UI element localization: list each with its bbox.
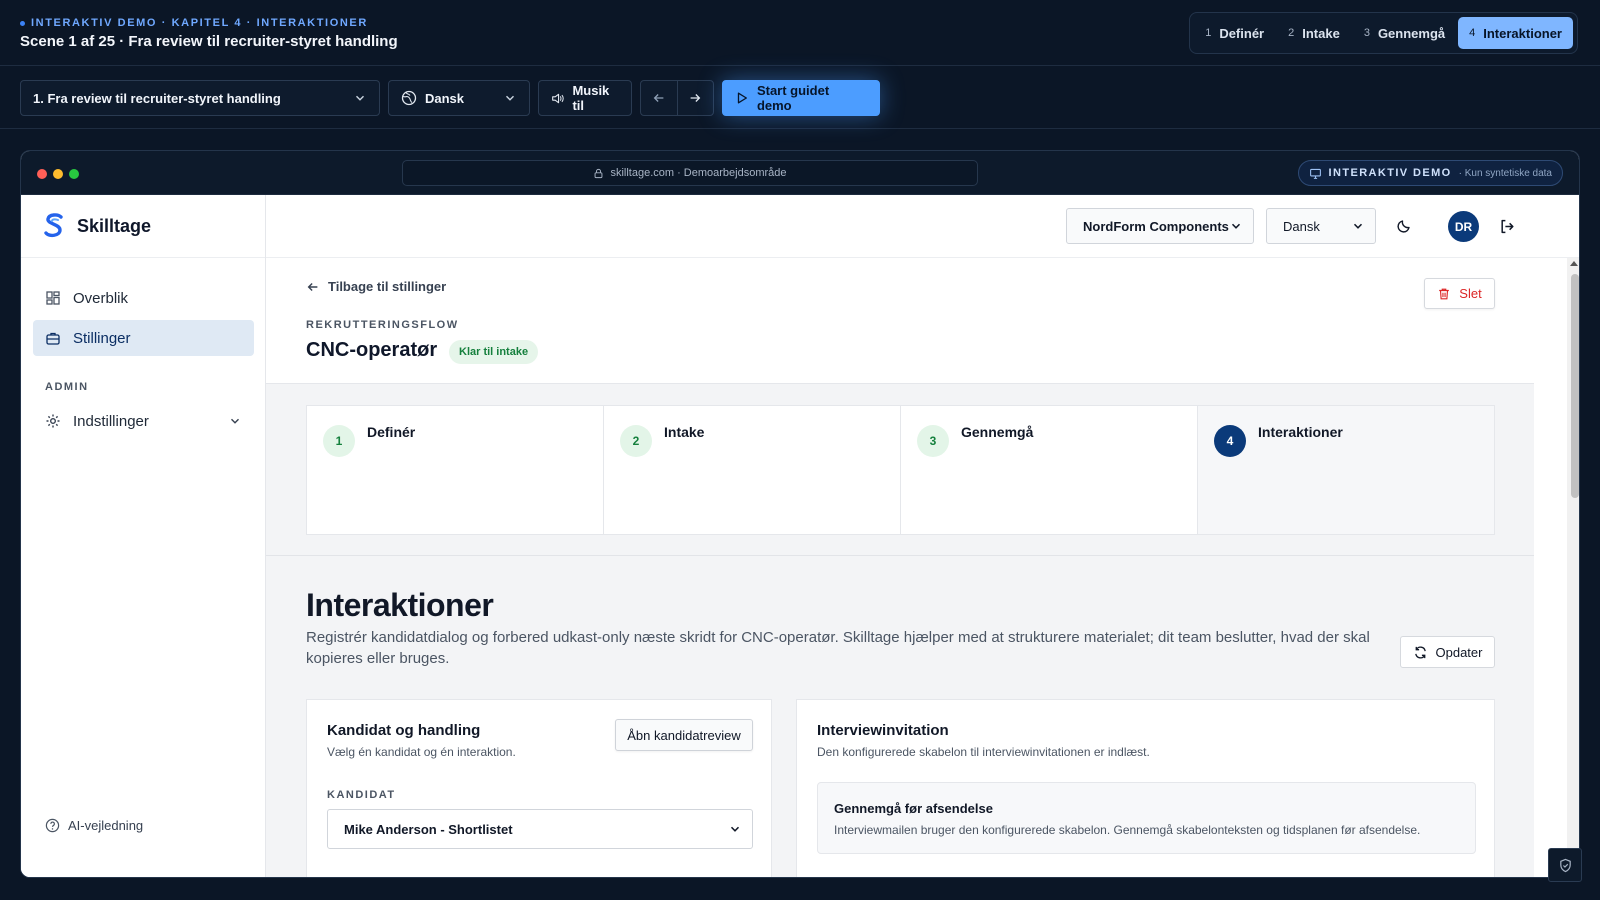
card-subtitle: Den konfigurerede skabelon til interview… [817, 745, 1150, 759]
privacy-shield-button[interactable] [1548, 848, 1582, 882]
ai-guidance-link[interactable]: AI-vejledning [45, 818, 143, 833]
maximize-window-icon[interactable] [69, 169, 79, 179]
trash-icon [1439, 288, 1450, 299]
sidebar-item-overview[interactable]: Overblik [33, 280, 254, 316]
arrow-left-icon [653, 94, 664, 102]
chevron-down-icon [231, 418, 239, 424]
refresh-icon [1414, 645, 1426, 659]
arrow-left-icon [307, 282, 318, 291]
sidebar: Skilltage Overblik Stillinger ADMIN Inds… [21, 195, 266, 877]
step-interactions[interactable]: 4 Interaktioner [1198, 406, 1494, 534]
play-icon [737, 92, 747, 104]
nav-section-admin: ADMIN [45, 381, 89, 393]
speaker-icon [552, 93, 564, 103]
briefcase-icon [46, 332, 60, 345]
arrow-right-icon [691, 94, 701, 102]
workflow-stepper: 1 Definér 2 Intake 3 Gennemgå 4 Interakt… [306, 405, 1495, 535]
globe-icon [401, 90, 417, 106]
moon-icon [1397, 220, 1410, 233]
scene-nav [640, 80, 714, 116]
delete-button[interactable]: Slet [1424, 278, 1495, 309]
section-description: Registrér kandidatdialog og forbered udk… [306, 629, 1370, 667]
chevron-down-icon [506, 95, 514, 101]
candidate-field-label: KANDIDAT [327, 789, 396, 801]
dashboard-icon [46, 291, 60, 305]
help-circle-icon [45, 818, 60, 833]
scroll-up-icon[interactable] [1570, 261, 1578, 266]
scrollbar[interactable] [1567, 258, 1579, 877]
demo-badge: INTERAKTIV DEMO · Kun syntetiske data [1297, 160, 1563, 186]
main-content: Tilbage til stillinger Slet REKRUTTERING… [266, 258, 1579, 877]
scene-select[interactable]: 1. Fra review til recruiter-styret handl… [20, 80, 380, 116]
page-title: CNC-operatør [306, 339, 438, 361]
flow-eyebrow: REKRUTTERINGSFLOW [306, 319, 459, 331]
brand[interactable]: Skilltage [21, 195, 265, 258]
chevron-down-icon [356, 95, 364, 101]
chevron-down-icon [1353, 223, 1363, 229]
demo-language-select[interactable]: Dansk [388, 80, 530, 116]
close-window-icon[interactable] [37, 169, 47, 179]
monitor-icon [1309, 168, 1321, 179]
minimize-window-icon[interactable] [53, 169, 63, 179]
previous-scene-button[interactable] [641, 81, 677, 115]
step-define[interactable]: 1 Definér [307, 406, 604, 534]
chapter-tab-1[interactable]: 1 Definér [1194, 17, 1275, 49]
theme-toggle-button[interactable] [1390, 212, 1418, 240]
interview-invitation-card: Interviewinvitation Den konfigurerede sk… [796, 699, 1495, 877]
section-title: Interaktioner [306, 587, 494, 623]
demo-eyebrow: INTERAKTIV DEMO · KAPITEL 4 · INTERAKTIO… [20, 17, 368, 29]
candidate-action-card: Kandidat og handling Vælg én kandidat og… [306, 699, 772, 877]
browser-window: skilltage.com · Demoarbejdsområde INTERA… [20, 150, 1580, 878]
music-toggle[interactable]: Musik til [538, 80, 632, 116]
scene-title: Scene 1 af 25 · Fra review til recruiter… [20, 33, 398, 50]
chapter-tab-4[interactable]: 4 Interaktioner [1458, 17, 1573, 49]
start-guided-demo-button[interactable]: Start guidet demo [722, 80, 880, 116]
card-title: Kandidat og handling [327, 722, 481, 739]
candidate-select[interactable]: Mike Anderson - Shortlistet [327, 809, 753, 849]
steps-section: 1 Definér 2 Intake 3 Gennemgå 4 Interakt… [266, 384, 1534, 556]
address-bar[interactable]: skilltage.com · Demoarbejdsområde [402, 160, 978, 186]
chapter-tabs: 1 Definér 2 Intake 3 Gennemgå 4 Interaktione… [1189, 12, 1578, 54]
card-title: Interviewinvitation [817, 722, 949, 739]
chapter-tab-3[interactable]: 3 Gennemgå [1353, 17, 1456, 49]
demo-controls: 1. Fra review til recruiter-styret handl… [0, 66, 1600, 129]
next-scene-button[interactable] [676, 81, 713, 115]
chapter-tab-2[interactable]: 2 Intake [1277, 17, 1351, 49]
app-topbar: NordForm Components Dansk DR [266, 195, 1579, 258]
skilltage-logo-icon [44, 213, 63, 238]
live-dot-icon [20, 20, 25, 26]
card-subtitle: Vælg én kandidat og én interaktion. [327, 745, 516, 759]
job-header: Tilbage til stillinger Slet REKRUTTERING… [266, 258, 1534, 384]
browser-toolbar: skilltage.com · Demoarbejdsområde INTERA… [21, 151, 1579, 195]
status-badge: Klar til intake [449, 340, 539, 364]
step-review[interactable]: 3 Gennemgå [901, 406, 1198, 534]
open-candidate-review-button[interactable]: Åbn kandidatreview [615, 719, 753, 751]
sidebar-item-jobs[interactable]: Stillinger [33, 320, 254, 356]
logout-button[interactable] [1493, 212, 1521, 240]
interactions-section: Interaktioner Registrér kandidatdialog o… [266, 556, 1534, 877]
step-intake[interactable]: 2 Intake [604, 406, 901, 534]
chevron-down-icon [1231, 223, 1241, 229]
language-select[interactable]: Dansk [1266, 208, 1376, 244]
chevron-down-icon [730, 826, 740, 832]
app: Skilltage Overblik Stillinger ADMIN Inds… [21, 195, 1579, 877]
review-notice: Gennemgå før afsendelse Interviewmailen … [817, 782, 1476, 854]
logout-icon [1500, 219, 1514, 233]
window-controls [37, 169, 79, 179]
shield-icon [1559, 858, 1571, 872]
sidebar-item-settings[interactable]: Indstillinger [33, 403, 254, 439]
lock-icon [595, 168, 603, 178]
gear-icon [46, 414, 60, 428]
back-to-jobs-link[interactable]: Tilbage til stillinger [306, 279, 446, 294]
demo-header: INTERAKTIV DEMO · KAPITEL 4 · INTERAKTIO… [0, 0, 1600, 66]
scroll-thumb[interactable] [1571, 274, 1579, 498]
company-select[interactable]: NordForm Components [1066, 208, 1254, 244]
refresh-button[interactable]: Opdater [1400, 636, 1495, 668]
user-avatar[interactable]: DR [1448, 211, 1479, 242]
